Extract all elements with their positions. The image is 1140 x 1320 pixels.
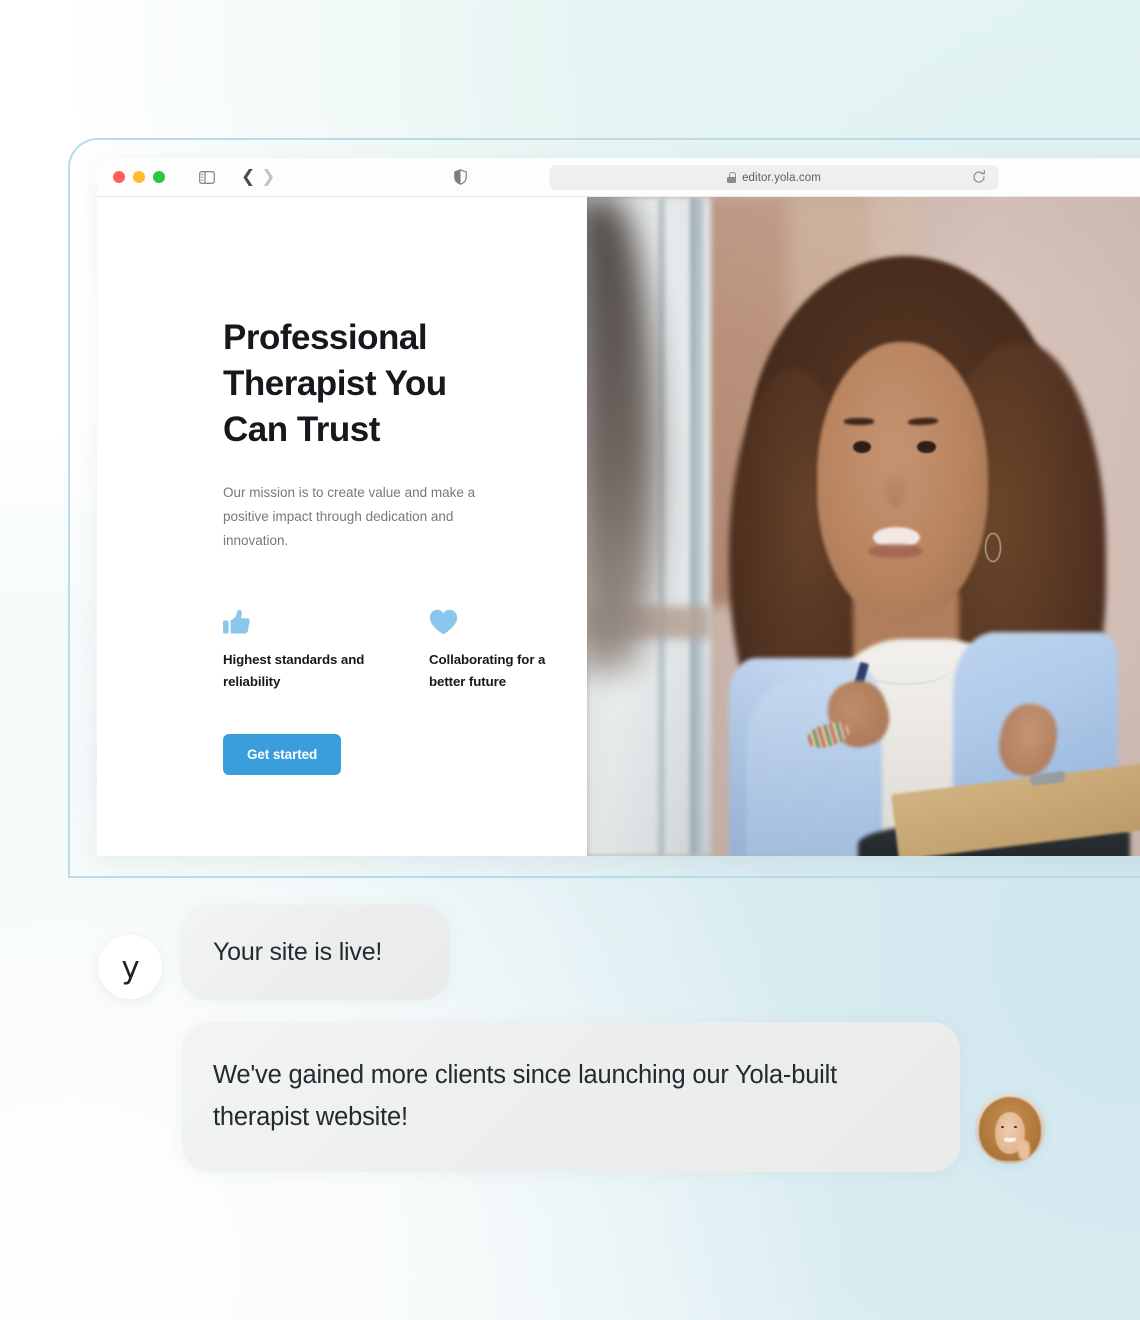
feature-label: Highest standards and reliability <box>223 652 365 689</box>
page-title: Professional Therapist You Can Trust <box>223 318 447 449</box>
close-button[interactable] <box>113 171 125 183</box>
yola-logo-mark: y <box>121 949 139 986</box>
get-started-button[interactable]: Get started <box>223 734 342 776</box>
shield-icon[interactable] <box>453 169 467 185</box>
chat-bubble-testimonial: We've gained more clients since launchin… <box>182 1022 960 1172</box>
feature-label: Collaborating for a better future <box>429 652 546 689</box>
thumbs-up-icon <box>223 601 368 635</box>
minimize-button[interactable] <box>133 171 145 183</box>
sidebar-icon[interactable] <box>199 170 215 184</box>
hero-image <box>587 197 1140 856</box>
hero-text-column: Professional Therapist You Can Trust Our… <box>97 197 587 856</box>
chat-message-text: Your site is live! <box>213 938 383 966</box>
address-bar[interactable]: editor.yola.com <box>549 165 999 190</box>
nav-arrows[interactable]: ❮ ❯ <box>241 166 276 187</box>
browser-window: ❮ ❯ editor.yola.com Professional Therapi… <box>97 158 1140 856</box>
chevron-right-icon: ❯ <box>261 166 276 187</box>
hero-subtitle: Our mission is to create value and make … <box>223 484 476 548</box>
zoom-button[interactable] <box>153 171 165 183</box>
reload-icon[interactable] <box>972 170 986 189</box>
window-controls[interactable] <box>113 171 165 183</box>
address-bar-content: editor.yola.com <box>727 172 821 184</box>
yola-brand-avatar: y <box>98 935 162 999</box>
chat-bubble-status: Your site is live! <box>180 905 450 1000</box>
lock-icon <box>727 172 737 183</box>
feature-item: Highest standards and reliability <box>223 601 368 692</box>
heart-icon <box>429 601 574 635</box>
feature-list: Highest standards and reliability Collab… <box>223 601 587 692</box>
chevron-left-icon[interactable]: ❮ <box>241 168 255 186</box>
avatar <box>975 1094 1045 1164</box>
url-text: editor.yola.com <box>742 171 821 184</box>
chat-message-text: We've gained more clients since launchin… <box>213 1061 837 1131</box>
website-canvas: Professional Therapist You Can Trust Our… <box>97 197 1140 856</box>
browser-toolbar: ❮ ❯ editor.yola.com <box>97 158 1140 197</box>
feature-item: Collaborating for a better future <box>429 601 574 692</box>
